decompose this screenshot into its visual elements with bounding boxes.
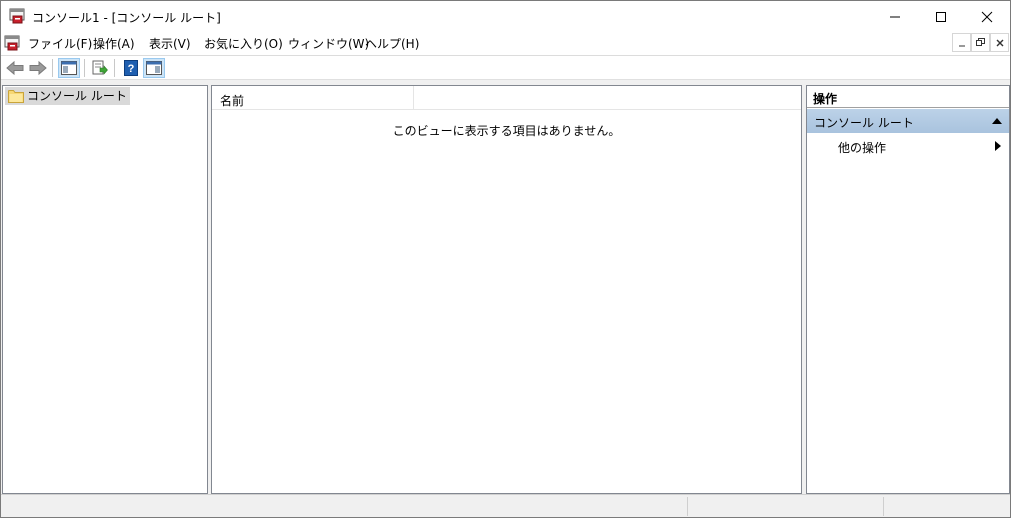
back-button[interactable]	[4, 58, 26, 78]
tree-item-console-root[interactable]: コンソール ルート	[5, 87, 130, 105]
column-header-name[interactable]: 名前	[220, 92, 244, 109]
menu-view[interactable]: 表示(V)	[148, 35, 192, 52]
close-icon	[981, 11, 993, 22]
folder-icon	[8, 90, 24, 103]
menu-favorites[interactable]: お気に入り(O)	[203, 35, 284, 52]
mdi-restore-button[interactable]	[971, 33, 990, 52]
back-arrow-icon	[6, 60, 24, 76]
help-button[interactable]: ?	[120, 58, 142, 78]
menu-action[interactable]: 操作(A)	[92, 35, 136, 52]
more-actions-item[interactable]: 他の操作	[838, 139, 886, 156]
close-button[interactable]	[964, 1, 1010, 32]
status-segment	[687, 497, 883, 516]
toolbar-separator	[114, 59, 115, 77]
action-section-label: コンソール ルート	[814, 116, 914, 130]
forward-arrow-icon	[29, 60, 47, 76]
tree-item-label: コンソール ルート	[27, 89, 127, 103]
status-bar	[1, 494, 1010, 517]
menu-help[interactable]: ヘルプ(H)	[364, 35, 420, 52]
console-tree-pane[interactable]: コンソール ルート	[2, 85, 208, 494]
action-pane: 操作 コンソール ルート 他の操作	[806, 85, 1010, 494]
svg-text:?: ?	[128, 63, 135, 75]
empty-view-message: このビューに表示する項目はありません。	[392, 124, 621, 138]
help-icon: ?	[124, 60, 138, 76]
toolbar-separator	[84, 59, 85, 77]
action-pane-icon	[146, 61, 162, 75]
mdi-window-controls	[952, 33, 1009, 54]
menu-window[interactable]: ウィンドウ(W)	[287, 35, 370, 52]
toolbar: ?	[1, 55, 1010, 79]
submenu-arrow-icon	[995, 141, 1001, 151]
mdi-close-button[interactable]	[990, 33, 1009, 52]
collapse-up-icon[interactable]	[992, 118, 1002, 124]
export-list-button[interactable]	[89, 58, 111, 78]
maximize-button[interactable]	[918, 1, 964, 32]
action-section-console-root[interactable]: コンソール ルート	[807, 109, 1009, 133]
main-panes: コンソール ルート 名前 このビューに表示する項目はありません。 操作 コンソー…	[1, 79, 1010, 494]
mdi-minimize-button[interactable]	[952, 33, 971, 52]
column-divider[interactable]	[413, 86, 414, 110]
minimize-icon	[890, 16, 900, 17]
title-bar: コンソール1 - [コンソール ルート]	[1, 1, 1010, 32]
restore-icon	[976, 38, 985, 46]
maximize-icon	[936, 11, 946, 22]
mmc-window: コンソール1 - [コンソール ルート] ファイル(F) 操作(A) 表示(V)…	[0, 0, 1011, 518]
forward-button[interactable]	[27, 58, 49, 78]
mmc-app-icon	[9, 8, 25, 24]
result-pane[interactable]: 名前 このビューに表示する項目はありません。	[211, 85, 802, 494]
action-pane-title: 操作	[807, 86, 1009, 108]
console-system-menu-icon[interactable]	[4, 35, 20, 51]
show-hide-action-pane-button[interactable]	[143, 58, 165, 78]
close-icon	[996, 39, 1003, 46]
window-title: コンソール1 - [コンソール ルート]	[32, 11, 221, 25]
menu-file[interactable]: ファイル(F)	[27, 35, 93, 52]
minimize-icon	[958, 45, 965, 46]
status-segment	[883, 497, 1009, 516]
minimize-button[interactable]	[872, 1, 918, 32]
column-header-row: 名前	[212, 86, 801, 110]
toolbar-separator	[52, 59, 53, 77]
show-hide-console-tree-button[interactable]	[58, 58, 80, 78]
console-tree-icon	[61, 61, 77, 75]
menu-bar: ファイル(F) 操作(A) 表示(V) お気に入り(O) ウィンドウ(W) ヘル…	[1, 32, 1010, 54]
export-list-icon	[92, 60, 108, 75]
